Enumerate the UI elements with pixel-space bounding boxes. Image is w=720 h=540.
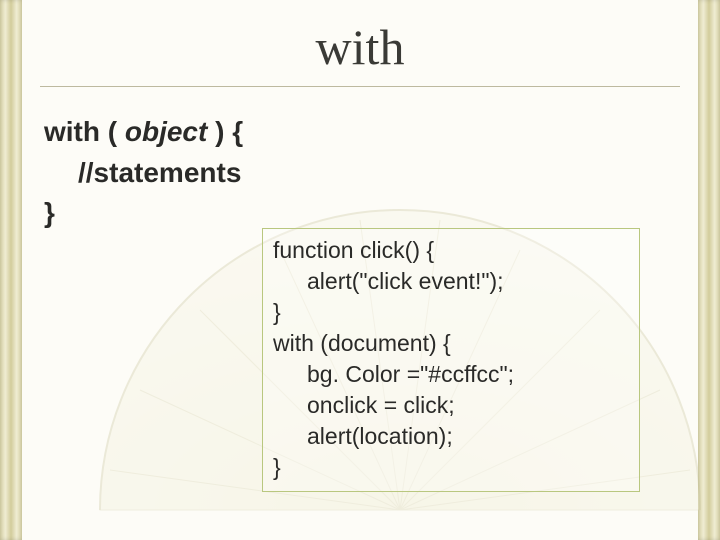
- code-line: }: [273, 452, 629, 483]
- right-border-strip: [698, 0, 720, 540]
- slide: with with ( object ) { //statements } fu…: [0, 0, 720, 540]
- syntax-kw-with: with (: [44, 116, 125, 147]
- code-line: with (document) {: [273, 328, 629, 359]
- slide-title: with: [0, 18, 720, 76]
- syntax-brace-open: ) {: [207, 116, 243, 147]
- syntax-line-3: }: [44, 193, 243, 234]
- code-line: function click() {: [273, 235, 629, 266]
- syntax-block: with ( object ) { //statements }: [44, 112, 243, 234]
- code-line: onclick = click;: [273, 390, 629, 421]
- code-example-box: function click() { alert("click event!")…: [262, 228, 640, 492]
- title-divider: [40, 86, 680, 87]
- code-line: }: [273, 297, 629, 328]
- code-line: bg. Color ="#ccffcc";: [273, 359, 629, 390]
- syntax-line-2: //statements: [44, 153, 243, 194]
- syntax-object: object: [125, 116, 207, 147]
- left-border-strip: [0, 0, 22, 540]
- syntax-line-1: with ( object ) {: [44, 112, 243, 153]
- code-line: alert(location);: [273, 421, 629, 452]
- code-line: alert("click event!");: [273, 266, 629, 297]
